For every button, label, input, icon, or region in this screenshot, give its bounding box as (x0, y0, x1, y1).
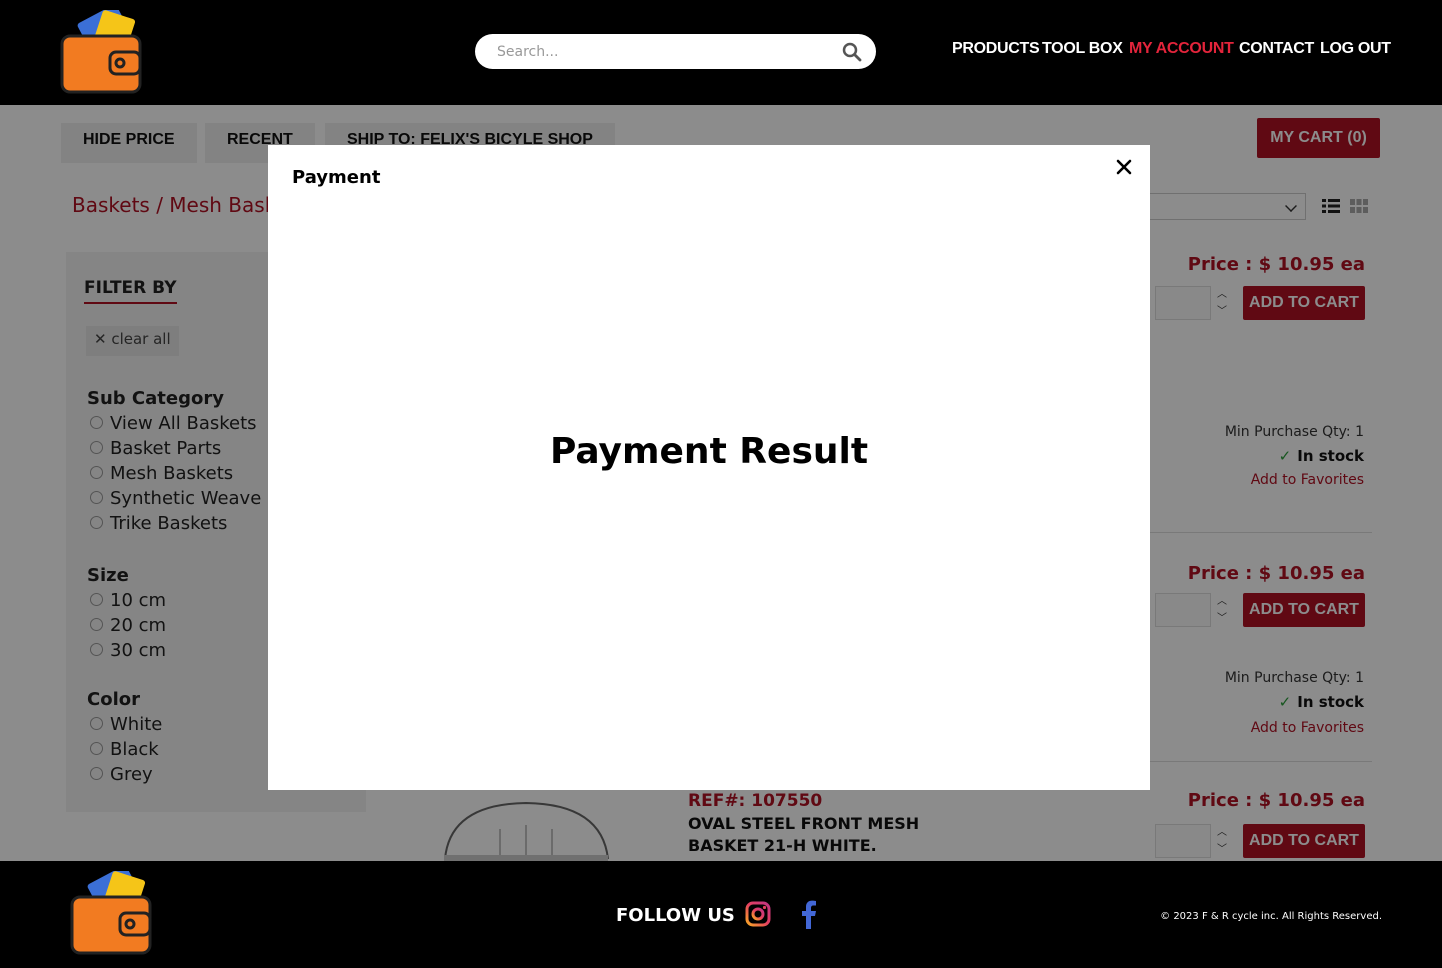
facebook-icon[interactable] (797, 899, 819, 929)
payment-result-heading: Payment Result (549, 431, 869, 472)
nav-tool-box[interactable]: TOOL BOX (1042, 40, 1123, 64)
nav-contact[interactable]: CONTACT (1239, 40, 1314, 64)
instagram-icon[interactable] (745, 901, 771, 927)
modal-title: Payment (292, 167, 381, 188)
copyright-text: © 2023 F & R cycle inc. All Rights Reser… (1160, 911, 1382, 922)
site-footer: FOLLOW US © 2023 F & R cycle inc. All Ri… (0, 861, 1442, 968)
nav-products[interactable]: PRODUCTS (952, 40, 1040, 64)
wallet-logo-icon[interactable] (68, 871, 156, 957)
payment-modal: Payment Payment Result (268, 145, 1150, 790)
nav-my-account[interactable]: MY ACCOUNT (1129, 40, 1234, 64)
search-bar (475, 34, 876, 69)
site-header: PRODUCTS TOOL BOX MY ACCOUNT CONTACT LOG… (0, 0, 1442, 105)
close-icon[interactable] (1110, 153, 1138, 181)
follow-us-label: FOLLOW US (616, 905, 735, 926)
nav-log-out[interactable]: LOG OUT (1320, 40, 1391, 64)
wallet-logo-icon[interactable] (58, 10, 146, 96)
search-input[interactable] (497, 41, 827, 62)
search-icon[interactable] (842, 42, 862, 62)
